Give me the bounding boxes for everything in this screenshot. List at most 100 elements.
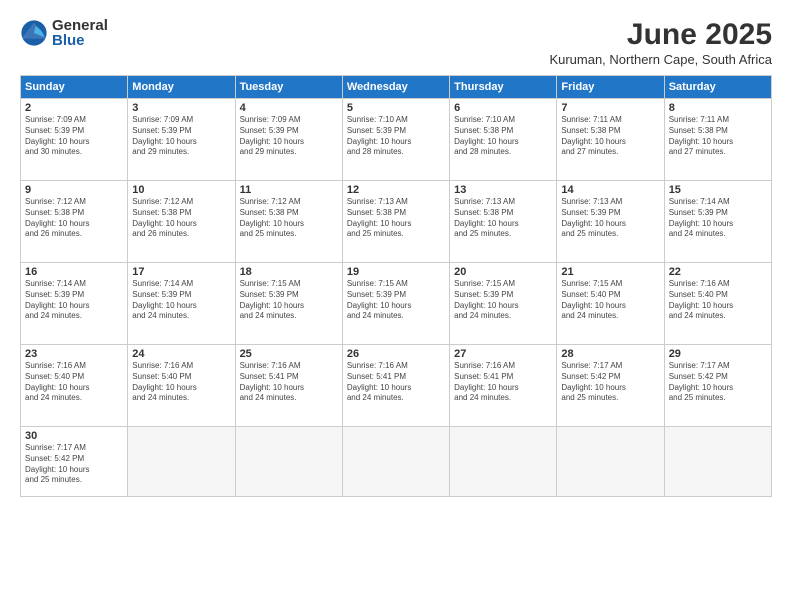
day-number: 14: [561, 184, 659, 196]
day-info: Sunrise: 7:12 AMSunset: 5:38 PMDaylight:…: [25, 197, 123, 240]
table-row: 30Sunrise: 7:17 AMSunset: 5:42 PMDayligh…: [21, 427, 128, 497]
table-row: 16Sunrise: 7:14 AMSunset: 5:39 PMDayligh…: [21, 263, 128, 345]
table-row: [342, 427, 449, 497]
day-number: 6: [454, 102, 552, 114]
day-number: 10: [132, 184, 230, 196]
day-number: 24: [132, 348, 230, 360]
day-info: Sunrise: 7:17 AMSunset: 5:42 PMDaylight:…: [669, 361, 767, 404]
col-friday: Friday: [557, 76, 664, 99]
day-number: 11: [240, 184, 338, 196]
day-info: Sunrise: 7:12 AMSunset: 5:38 PMDaylight:…: [240, 197, 338, 240]
table-row: 6Sunrise: 7:10 AMSunset: 5:38 PMDaylight…: [450, 99, 557, 181]
day-number: 18: [240, 266, 338, 278]
day-info: Sunrise: 7:09 AMSunset: 5:39 PMDaylight:…: [25, 115, 123, 158]
day-number: 22: [669, 266, 767, 278]
calendar-row: 23Sunrise: 7:16 AMSunset: 5:40 PMDayligh…: [21, 345, 772, 427]
day-number: 20: [454, 266, 552, 278]
table-row: 17Sunrise: 7:14 AMSunset: 5:39 PMDayligh…: [128, 263, 235, 345]
logo-icon: [20, 19, 48, 47]
day-number: 27: [454, 348, 552, 360]
day-info: Sunrise: 7:11 AMSunset: 5:38 PMDaylight:…: [669, 115, 767, 158]
table-row: 8Sunrise: 7:11 AMSunset: 5:38 PMDaylight…: [664, 99, 771, 181]
day-info: Sunrise: 7:10 AMSunset: 5:39 PMDaylight:…: [347, 115, 445, 158]
table-row: [557, 427, 664, 497]
calendar-header-row: Sunday Monday Tuesday Wednesday Thursday…: [21, 76, 772, 99]
day-number: 17: [132, 266, 230, 278]
table-row: [450, 427, 557, 497]
table-row: 26Sunrise: 7:16 AMSunset: 5:41 PMDayligh…: [342, 345, 449, 427]
table-row: 22Sunrise: 7:16 AMSunset: 5:40 PMDayligh…: [664, 263, 771, 345]
day-info: Sunrise: 7:13 AMSunset: 5:38 PMDaylight:…: [454, 197, 552, 240]
table-row: 15Sunrise: 7:14 AMSunset: 5:39 PMDayligh…: [664, 181, 771, 263]
day-info: Sunrise: 7:17 AMSunset: 5:42 PMDaylight:…: [561, 361, 659, 404]
day-number: 19: [347, 266, 445, 278]
table-row: 7Sunrise: 7:11 AMSunset: 5:38 PMDaylight…: [557, 99, 664, 181]
day-number: 13: [454, 184, 552, 196]
col-monday: Monday: [128, 76, 235, 99]
table-row: 29Sunrise: 7:17 AMSunset: 5:42 PMDayligh…: [664, 345, 771, 427]
day-info: Sunrise: 7:12 AMSunset: 5:38 PMDaylight:…: [132, 197, 230, 240]
day-number: 9: [25, 184, 123, 196]
day-info: Sunrise: 7:15 AMSunset: 5:39 PMDaylight:…: [347, 279, 445, 322]
logo-text: General Blue: [52, 18, 108, 48]
day-info: Sunrise: 7:16 AMSunset: 5:41 PMDaylight:…: [347, 361, 445, 404]
table-row: 20Sunrise: 7:15 AMSunset: 5:39 PMDayligh…: [450, 263, 557, 345]
table-row: 25Sunrise: 7:16 AMSunset: 5:41 PMDayligh…: [235, 345, 342, 427]
title-block: June 2025 Kuruman, Northern Cape, South …: [549, 18, 772, 67]
table-row: 27Sunrise: 7:16 AMSunset: 5:41 PMDayligh…: [450, 345, 557, 427]
table-row: [128, 427, 235, 497]
day-info: Sunrise: 7:15 AMSunset: 5:39 PMDaylight:…: [454, 279, 552, 322]
day-info: Sunrise: 7:15 AMSunset: 5:40 PMDaylight:…: [561, 279, 659, 322]
day-number: 5: [347, 102, 445, 114]
table-row: 3Sunrise: 7:09 AMSunset: 5:39 PMDaylight…: [128, 99, 235, 181]
calendar-table: Sunday Monday Tuesday Wednesday Thursday…: [20, 75, 772, 497]
table-row: 19Sunrise: 7:15 AMSunset: 5:39 PMDayligh…: [342, 263, 449, 345]
day-info: Sunrise: 7:11 AMSunset: 5:38 PMDaylight:…: [561, 115, 659, 158]
day-info: Sunrise: 7:10 AMSunset: 5:38 PMDaylight:…: [454, 115, 552, 158]
day-info: Sunrise: 7:14 AMSunset: 5:39 PMDaylight:…: [132, 279, 230, 322]
day-number: 15: [669, 184, 767, 196]
day-info: Sunrise: 7:16 AMSunset: 5:40 PMDaylight:…: [132, 361, 230, 404]
day-info: Sunrise: 7:13 AMSunset: 5:39 PMDaylight:…: [561, 197, 659, 240]
day-info: Sunrise: 7:14 AMSunset: 5:39 PMDaylight:…: [25, 279, 123, 322]
col-saturday: Saturday: [664, 76, 771, 99]
calendar-row: 2Sunrise: 7:09 AMSunset: 5:39 PMDaylight…: [21, 99, 772, 181]
table-row: 10Sunrise: 7:12 AMSunset: 5:38 PMDayligh…: [128, 181, 235, 263]
day-number: 12: [347, 184, 445, 196]
day-number: 2: [25, 102, 123, 114]
day-number: 21: [561, 266, 659, 278]
day-info: Sunrise: 7:16 AMSunset: 5:40 PMDaylight:…: [25, 361, 123, 404]
page: General Blue June 2025 Kuruman, Northern…: [0, 0, 792, 612]
table-row: 9Sunrise: 7:12 AMSunset: 5:38 PMDaylight…: [21, 181, 128, 263]
logo: General Blue: [20, 18, 108, 48]
location-title: Kuruman, Northern Cape, South Africa: [549, 52, 772, 67]
header: General Blue June 2025 Kuruman, Northern…: [20, 18, 772, 67]
logo-general: General: [52, 18, 108, 33]
table-row: 2Sunrise: 7:09 AMSunset: 5:39 PMDaylight…: [21, 99, 128, 181]
col-thursday: Thursday: [450, 76, 557, 99]
table-row: 28Sunrise: 7:17 AMSunset: 5:42 PMDayligh…: [557, 345, 664, 427]
table-row: 24Sunrise: 7:16 AMSunset: 5:40 PMDayligh…: [128, 345, 235, 427]
day-number: 4: [240, 102, 338, 114]
day-number: 28: [561, 348, 659, 360]
table-row: 23Sunrise: 7:16 AMSunset: 5:40 PMDayligh…: [21, 345, 128, 427]
table-row: 21Sunrise: 7:15 AMSunset: 5:40 PMDayligh…: [557, 263, 664, 345]
calendar-row: 16Sunrise: 7:14 AMSunset: 5:39 PMDayligh…: [21, 263, 772, 345]
day-number: 3: [132, 102, 230, 114]
col-wednesday: Wednesday: [342, 76, 449, 99]
day-info: Sunrise: 7:13 AMSunset: 5:38 PMDaylight:…: [347, 197, 445, 240]
day-number: 8: [669, 102, 767, 114]
table-row: [235, 427, 342, 497]
day-info: Sunrise: 7:16 AMSunset: 5:40 PMDaylight:…: [669, 279, 767, 322]
table-row: 4Sunrise: 7:09 AMSunset: 5:39 PMDaylight…: [235, 99, 342, 181]
table-row: 5Sunrise: 7:10 AMSunset: 5:39 PMDaylight…: [342, 99, 449, 181]
day-info: Sunrise: 7:09 AMSunset: 5:39 PMDaylight:…: [132, 115, 230, 158]
day-number: 25: [240, 348, 338, 360]
table-row: 11Sunrise: 7:12 AMSunset: 5:38 PMDayligh…: [235, 181, 342, 263]
table-row: 18Sunrise: 7:15 AMSunset: 5:39 PMDayligh…: [235, 263, 342, 345]
table-row: [664, 427, 771, 497]
day-number: 16: [25, 266, 123, 278]
month-title: June 2025: [549, 18, 772, 52]
col-tuesday: Tuesday: [235, 76, 342, 99]
logo-blue: Blue: [52, 33, 108, 48]
